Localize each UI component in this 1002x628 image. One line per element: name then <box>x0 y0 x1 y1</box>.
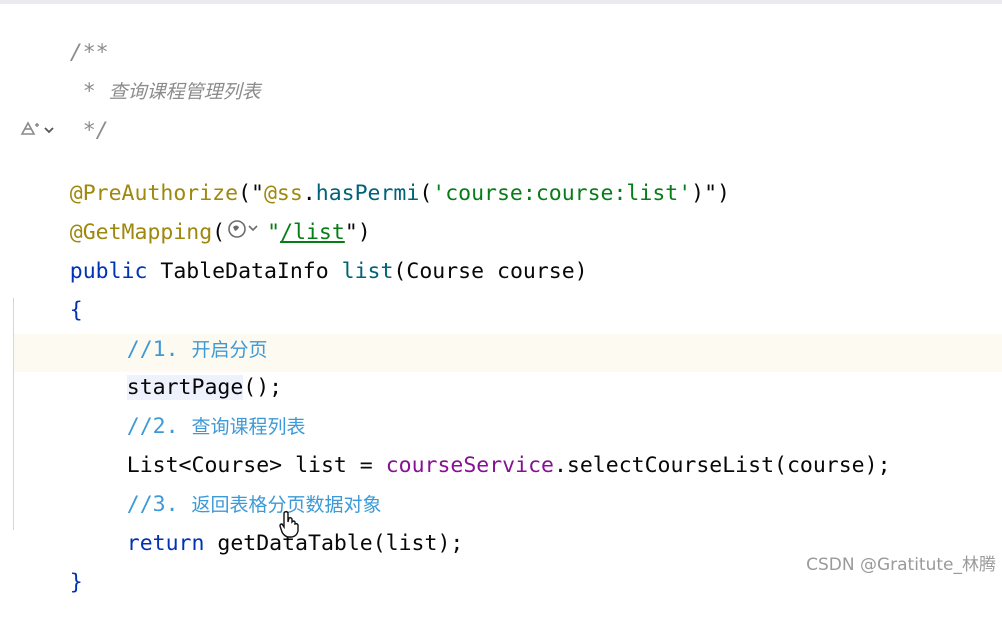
hand-pointer-cursor-icon <box>278 510 300 538</box>
sig-param-name: course <box>497 259 575 284</box>
code-line-preauthorize: @PreAuthorize("@ss.hasPermi('course:cour… <box>18 149 730 206</box>
code-line-signature: public TableDataInfo list(Course course) <box>18 227 588 284</box>
code-line-doc-close: */ <box>18 86 109 143</box>
code-line-doc-text: * 查询课程管理列表 <box>18 47 261 104</box>
code-line-comment-3: //3. 返回表格分页数据对象 <box>75 460 382 517</box>
code-line-comment-1: //1. 开启分页 <box>75 305 268 362</box>
indent-guide <box>13 298 14 530</box>
code-line-list: List<Course> list = courseService.select… <box>75 421 891 478</box>
code-line-doc-open: /** <box>18 8 109 65</box>
chevron-down-icon <box>44 127 54 134</box>
code-line-brace-close: } <box>18 538 83 595</box>
doc-comment-text: 查询课程管理列表 <box>108 81 261 103</box>
code-line-comment-2: //2. 查询课程列表 <box>75 382 306 439</box>
anno1-close: )") <box>691 181 730 206</box>
code-line-brace-open: { <box>18 266 83 323</box>
ai-assistant-icon[interactable] <box>18 119 62 141</box>
sig-params-open: ( <box>393 259 407 284</box>
code-line-getmapping: @GetMapping("/list") <box>18 188 371 245</box>
course-service-field[interactable]: courseService <box>386 453 554 478</box>
code-line-return: return getDataTable(list); <box>75 499 464 556</box>
doc-comment-close: */ <box>69 118 109 143</box>
sig-params-close: ) <box>574 259 588 284</box>
sig-return-type[interactable]: TableDataInfo <box>160 259 328 284</box>
csdn-watermark: CSDN @Gratitute_林腾 <box>806 555 996 575</box>
anno1-arg: 'course:course:list' <box>432 181 692 206</box>
get-data-table-call[interactable]: getDataTable(list); <box>204 531 463 556</box>
anno1-paren: ( <box>419 181 433 206</box>
sig-param-type[interactable]: Course <box>406 259 484 284</box>
sig-method-name[interactable]: list <box>342 259 394 284</box>
select-course-list-call[interactable]: .selectCourseList(course); <box>554 453 891 478</box>
code-line-startpage: startPage(); <box>75 343 282 400</box>
code-editor[interactable]: /** * 查询课程管理列表 */ @PreAuthorize("@ss.has… <box>0 4 1002 595</box>
return-keyword: return <box>126 531 205 556</box>
